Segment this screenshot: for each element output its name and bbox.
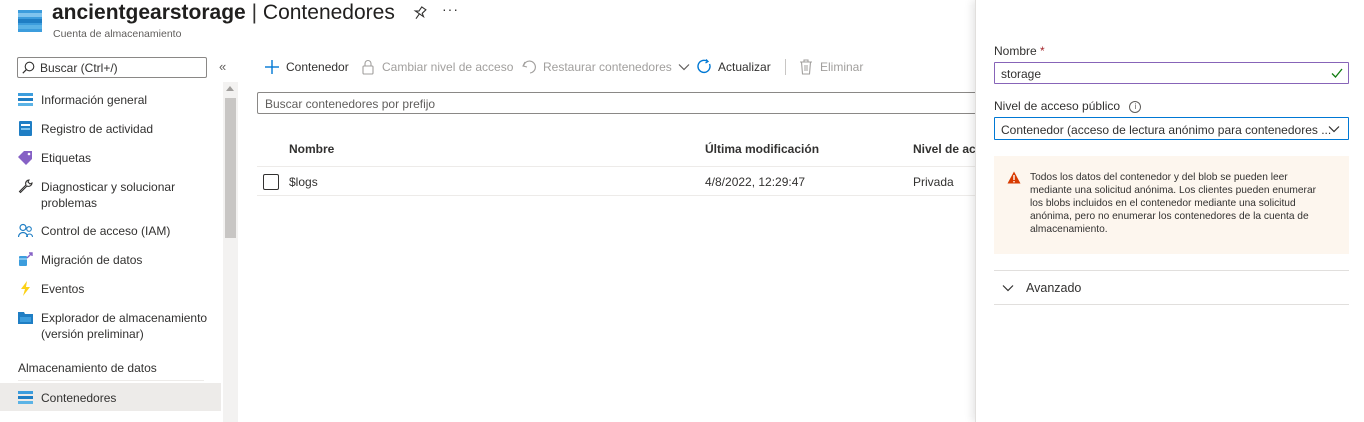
scroll-up-arrow-icon[interactable] bbox=[226, 86, 234, 91]
sidebar-item-label: Registro de actividad bbox=[41, 122, 154, 136]
trash-icon bbox=[800, 59, 812, 75]
sidebar-item-label: Contenedores bbox=[41, 391, 117, 405]
warning-icon bbox=[1007, 171, 1021, 184]
plus-icon bbox=[265, 60, 279, 74]
sidebar-item-activity-log[interactable]: Registro de actividad bbox=[0, 119, 221, 139]
row-modified-cell: 4/8/2022, 12:29:47 bbox=[705, 175, 806, 189]
activity-log-icon bbox=[19, 121, 32, 136]
checkmark-icon bbox=[1331, 68, 1343, 78]
section-title-data-storage: Almacenamiento de datos bbox=[18, 361, 157, 375]
title-separator: | bbox=[251, 1, 258, 24]
containers-icon bbox=[18, 391, 33, 404]
restore-containers-label: Restaurar contenedores bbox=[543, 60, 672, 74]
new-container-panel: Nombre * storage Nivel de acceso público… bbox=[975, 0, 1364, 422]
access-level-label-text: Nivel de acceso público bbox=[994, 99, 1121, 113]
row-checkbox[interactable] bbox=[263, 174, 279, 190]
resource-name: ancientgearstorage bbox=[52, 1, 246, 24]
overview-icon bbox=[18, 93, 33, 106]
lock-icon bbox=[362, 60, 374, 75]
chevron-down-icon bbox=[678, 64, 690, 71]
people-icon bbox=[18, 223, 33, 238]
change-access-level-button[interactable]: Cambiar nivel de acceso bbox=[360, 58, 513, 76]
delete-button[interactable]: Eliminar bbox=[798, 58, 863, 76]
sidebar-item-storage-explorer[interactable]: Explorador de almacenamiento (versión pr… bbox=[0, 308, 221, 344]
table-row[interactable]: $logs 4/8/2022, 12:29:47 Privada bbox=[257, 167, 975, 196]
sidebar-item-label: Explorador de almacenamiento (versión pr… bbox=[41, 311, 208, 341]
sidebar-item-label: Migración de datos bbox=[41, 253, 143, 267]
add-container-label: Contenedor bbox=[286, 60, 349, 74]
scroll-thumb[interactable] bbox=[225, 98, 236, 238]
chevron-down-icon bbox=[1328, 126, 1340, 133]
sidebar-item-iam[interactable]: Control de acceso (IAM) bbox=[0, 221, 221, 241]
wrench-icon bbox=[18, 179, 33, 194]
filter-placeholder: Buscar contenedores por prefijo bbox=[265, 97, 436, 111]
advanced-label: Avanzado bbox=[1026, 281, 1082, 295]
advanced-divider-top bbox=[994, 270, 1349, 271]
info-icon[interactable]: i bbox=[1129, 100, 1142, 113]
row-name-cell[interactable]: $logs bbox=[289, 175, 318, 189]
required-asterisk: * bbox=[1040, 44, 1045, 58]
advanced-expander[interactable]: Avanzado bbox=[1002, 281, 1081, 295]
containers-blade: Contenedor Cambiar nivel de acceso Resta… bbox=[240, 46, 982, 422]
sidebar-item-label: Información general bbox=[41, 93, 148, 107]
restore-containers-button[interactable]: Restaurar contenedores bbox=[521, 58, 690, 76]
name-field-label: Nombre * bbox=[994, 44, 1045, 58]
sidebar-item-overview[interactable]: Información general bbox=[0, 90, 221, 110]
data-migration-icon bbox=[19, 252, 33, 266]
page-title: ancientgearstorage | Contenedores bbox=[52, 1, 395, 25]
lightning-icon bbox=[21, 281, 30, 296]
column-header-access-level[interactable]: Nivel de acc bbox=[913, 142, 982, 156]
chevron-down-icon bbox=[1002, 285, 1014, 292]
anonymous-access-warning: Todos los datos del contenedor y del blo… bbox=[994, 156, 1349, 254]
sidebar-item-label: Diagnosticar y solucionar problemas bbox=[41, 180, 176, 210]
toolbar-separator bbox=[785, 59, 786, 75]
access-level-label: Nivel de acceso público i bbox=[994, 99, 1142, 113]
add-container-button[interactable]: Contenedor bbox=[264, 58, 349, 76]
column-header-name[interactable]: Nombre bbox=[289, 142, 334, 156]
change-access-level-label: Cambiar nivel de acceso bbox=[382, 60, 514, 74]
storage-account-icon bbox=[18, 10, 42, 32]
row-access-cell: Privada bbox=[913, 175, 954, 189]
sidebar-item-data-migration[interactable]: Migración de datos bbox=[0, 250, 221, 270]
search-icon bbox=[22, 61, 35, 74]
collapse-menu-button[interactable]: « bbox=[219, 59, 226, 74]
page-subtitle: Cuenta de almacenamiento bbox=[53, 28, 182, 40]
refresh-button[interactable]: Actualizar bbox=[696, 58, 771, 76]
container-prefix-search-input[interactable]: Buscar contenedores por prefijo bbox=[257, 92, 982, 114]
storage-explorer-icon bbox=[18, 312, 33, 324]
name-label-text: Nombre bbox=[994, 44, 1037, 58]
command-bar: Contenedor Cambiar nivel de acceso Resta… bbox=[240, 46, 975, 88]
container-name-value: storage bbox=[1001, 67, 1042, 81]
search-placeholder: Buscar (Ctrl+/) bbox=[40, 61, 118, 75]
access-level-selected: Contenedor (acceso de lectura anónimo pa… bbox=[1001, 123, 1332, 137]
access-level-dropdown[interactable]: Contenedor (acceso de lectura anónimo pa… bbox=[994, 117, 1349, 140]
page-name: Contenedores bbox=[262, 1, 395, 24]
refresh-label: Actualizar bbox=[718, 60, 771, 74]
sidebar-item-label: Control de acceso (IAM) bbox=[41, 224, 171, 238]
sidebar-item-label: Eventos bbox=[41, 282, 85, 296]
menu-search-input[interactable]: Buscar (Ctrl+/) bbox=[17, 57, 207, 78]
tag-icon bbox=[18, 151, 32, 165]
sidebar-item-containers[interactable]: Contenedores bbox=[0, 383, 221, 411]
section-divider bbox=[18, 380, 204, 381]
pin-icon[interactable] bbox=[411, 4, 429, 22]
more-options-button[interactable]: ··· bbox=[442, 1, 459, 17]
sidebar-item-label: Etiquetas bbox=[41, 151, 92, 165]
sidebar-item-diagnose[interactable]: Diagnosticar y solucionar problemas bbox=[0, 177, 221, 213]
undo-icon bbox=[522, 60, 536, 74]
sidebar-item-events[interactable]: Eventos bbox=[0, 279, 221, 299]
resource-menu: Buscar (Ctrl+/) « Información general Re… bbox=[0, 46, 240, 422]
warning-text: Todos los datos del contenedor y del blo… bbox=[1030, 172, 1316, 235]
refresh-icon bbox=[697, 59, 711, 74]
column-header-last-modified[interactable]: Última modificación bbox=[705, 142, 819, 156]
delete-label: Eliminar bbox=[820, 60, 864, 74]
page-header: ancientgearstorage | Contenedores Cuenta… bbox=[0, 0, 975, 46]
sidebar-item-tags[interactable]: Etiquetas bbox=[0, 148, 221, 168]
advanced-divider-bottom bbox=[994, 304, 1349, 305]
container-name-input[interactable]: storage bbox=[994, 62, 1349, 84]
